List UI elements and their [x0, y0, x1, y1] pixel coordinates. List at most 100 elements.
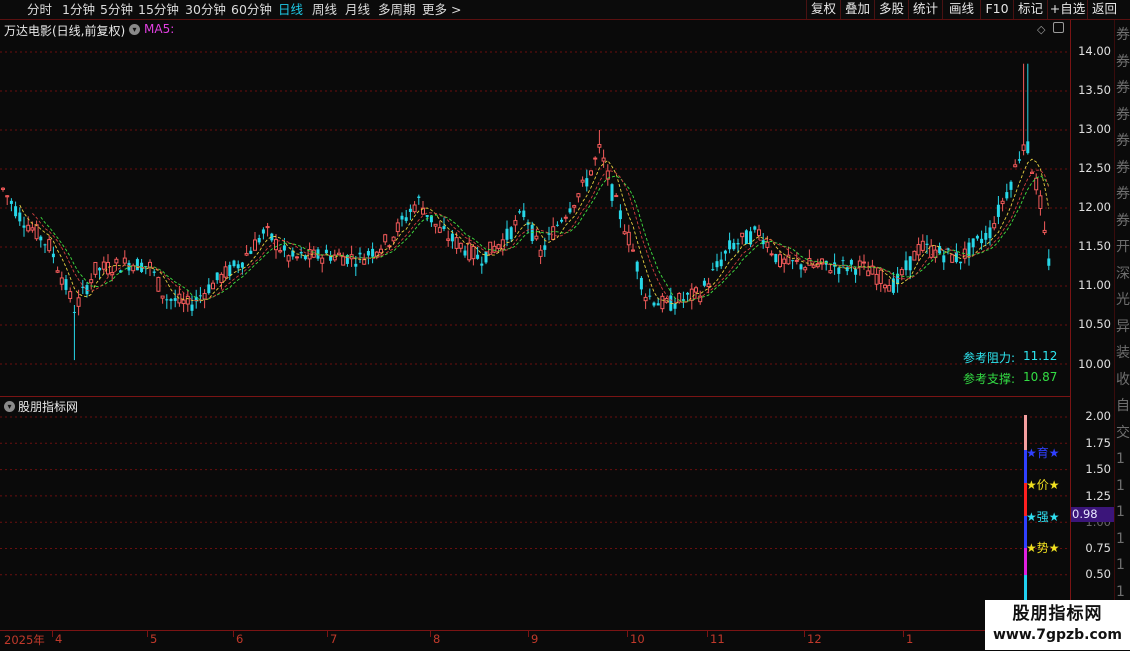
candle-body[interactable]: [371, 248, 375, 257]
candle-body[interactable]: [874, 273, 879, 285]
candle-body[interactable]: [215, 272, 219, 281]
candle-body[interactable]: [576, 193, 581, 198]
candle-body[interactable]: [337, 252, 341, 255]
candle-body[interactable]: [47, 239, 52, 252]
candle-body[interactable]: [240, 262, 244, 268]
candle-body[interactable]: [551, 226, 556, 240]
candle-body[interactable]: [522, 210, 526, 218]
candle-body[interactable]: [18, 212, 22, 222]
candle-body[interactable]: [908, 256, 912, 271]
candle-body[interactable]: [791, 260, 795, 262]
candle-body[interactable]: [749, 231, 753, 245]
candle-body[interactable]: [14, 206, 18, 217]
candle-body[interactable]: [505, 228, 509, 240]
candle-body[interactable]: [122, 257, 127, 264]
candle-body[interactable]: [803, 267, 808, 271]
candle-body[interactable]: [702, 280, 706, 286]
candle-body[interactable]: [152, 271, 156, 273]
candle-body[interactable]: [681, 299, 685, 301]
candle-body[interactable]: [64, 279, 68, 290]
candle-body[interactable]: [698, 295, 703, 303]
candle-body[interactable]: [975, 235, 979, 239]
candle-body[interactable]: [211, 282, 215, 290]
kline-panel[interactable]: 万达电影(日线,前复权) ▾ MA5: ◇ 参考阻力: 11.12 参考支撑: …: [0, 20, 1070, 397]
candle-body[interactable]: [98, 267, 102, 271]
candle-body[interactable]: [585, 178, 589, 187]
candle-body[interactable]: [89, 279, 94, 284]
candle-body[interactable]: [929, 245, 934, 258]
candle-body[interactable]: [828, 270, 833, 274]
candle-body[interactable]: [656, 303, 660, 306]
candle-body[interactable]: [996, 204, 1000, 217]
candle-body[interactable]: [1021, 144, 1026, 151]
candle-body[interactable]: [753, 226, 757, 230]
candle-body[interactable]: [480, 263, 484, 266]
candle-body[interactable]: [417, 196, 421, 199]
candle-body[interactable]: [135, 259, 139, 271]
mark-button[interactable]: 标记: [1013, 0, 1047, 19]
candle-body[interactable]: [648, 295, 652, 297]
candle-body[interactable]: [841, 260, 845, 262]
statistics-button[interactable]: 统计: [908, 0, 942, 19]
candle-body[interactable]: [589, 170, 593, 176]
candle-body[interactable]: [181, 299, 186, 305]
candle-body[interactable]: [728, 240, 732, 250]
candle-body[interactable]: [22, 225, 26, 228]
draw-line-button[interactable]: 画线: [942, 0, 980, 19]
chevron-down-icon[interactable]: ▾: [129, 24, 140, 35]
candle-body[interactable]: [72, 311, 76, 313]
candle-body[interactable]: [878, 269, 883, 284]
candle-body[interactable]: [744, 230, 748, 245]
candle-body[interactable]: [866, 270, 871, 277]
candle-body[interactable]: [76, 297, 81, 307]
candle-body[interactable]: [366, 251, 370, 256]
candle-body[interactable]: [450, 233, 454, 242]
candle-body[interactable]: [560, 219, 564, 222]
candle-body[interactable]: [715, 261, 719, 268]
candle-body[interactable]: [513, 220, 518, 226]
add-watchlist-button[interactable]: +自选: [1047, 0, 1087, 19]
candle-body[interactable]: [1, 187, 5, 190]
candle-body[interactable]: [673, 303, 677, 309]
candle-body[interactable]: [534, 235, 539, 240]
candle-body[interactable]: [988, 227, 992, 239]
candle-body[interactable]: [400, 215, 404, 220]
candle-body[interactable]: [904, 260, 908, 271]
candle-body[interactable]: [454, 237, 459, 249]
candle-body[interactable]: [706, 283, 711, 288]
period-tab-weekly[interactable]: 周线: [312, 1, 337, 18]
candle-body[interactable]: [114, 258, 119, 264]
candle-body[interactable]: [622, 231, 627, 235]
candle-body[interactable]: [358, 252, 362, 255]
candle-body[interactable]: [101, 261, 106, 270]
candle-body[interactable]: [471, 245, 476, 260]
candle-body[interactable]: [547, 233, 551, 235]
candle-body[interactable]: [1034, 177, 1039, 191]
candle-body[interactable]: [984, 232, 988, 240]
candle-body[interactable]: [500, 239, 505, 250]
candle-body[interactable]: [652, 302, 656, 306]
candle-body[interactable]: [484, 251, 488, 263]
candle-body[interactable]: [799, 264, 803, 270]
candle-body[interactable]: [169, 299, 173, 301]
candle-body[interactable]: [942, 255, 946, 263]
candle-body[interactable]: [643, 296, 648, 302]
candle-body[interactable]: [458, 242, 463, 249]
candle-body[interactable]: [391, 236, 396, 242]
candle-body[interactable]: [249, 250, 253, 254]
candle-body[interactable]: [467, 242, 472, 261]
candle-body[interactable]: [971, 238, 975, 248]
candle-body[interactable]: [433, 223, 438, 227]
candle-body[interactable]: [732, 242, 736, 250]
candle-body[interactable]: [59, 277, 64, 285]
candle-body[interactable]: [492, 245, 497, 253]
candle-body[interactable]: [1047, 258, 1051, 266]
f10-button[interactable]: F10: [980, 0, 1013, 19]
candle-body[interactable]: [694, 287, 698, 293]
candle-body[interactable]: [543, 245, 547, 250]
candle-body[interactable]: [1017, 159, 1021, 161]
candle-body[interactable]: [55, 270, 60, 273]
period-tab-5min[interactable]: 5分钟: [100, 1, 133, 18]
candle-body[interactable]: [980, 238, 984, 244]
candle-body[interactable]: [626, 231, 631, 246]
